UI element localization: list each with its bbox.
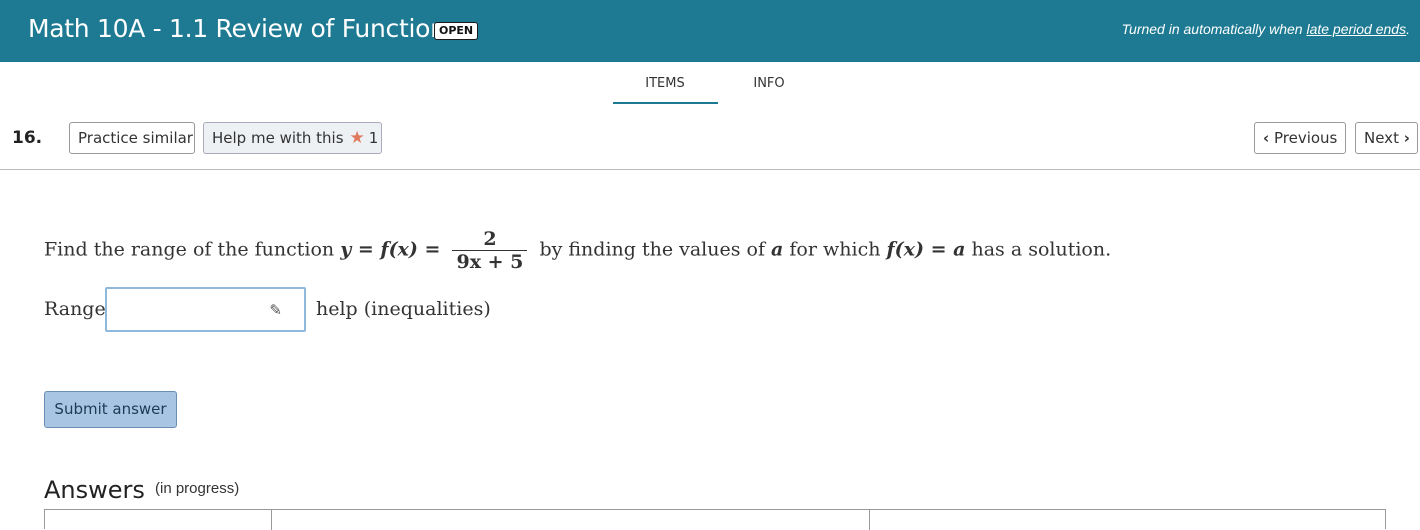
chevron-right-icon: › (1403, 129, 1410, 147)
top-bar: Math 10A - 1.1 Review of Functions OPEN … (0, 0, 1420, 62)
help-count: 1 (368, 129, 379, 147)
assignment-title: Math 10A - 1.1 Review of Functions (28, 14, 459, 43)
tab-items[interactable]: ITEMS (612, 76, 718, 91)
pencil-icon[interactable]: ✎ (269, 301, 282, 319)
tab-info[interactable]: INFO (738, 76, 800, 91)
answers-heading: Answers (44, 476, 145, 504)
next-label: Next (1364, 129, 1399, 147)
turnin-note: Turned in automatically when late period… (1122, 21, 1410, 37)
help-me-button[interactable]: Help me with this ★ 1 (203, 122, 382, 154)
question-text: Find the range of the function y = f(x) … (44, 228, 1111, 273)
math-fraction: 2 9x + 5 (452, 228, 528, 273)
chevron-left-icon: ‹ (1263, 129, 1270, 147)
turnin-suffix: . (1406, 21, 1410, 37)
fraction-denominator: 9x + 5 (456, 251, 524, 273)
range-input[interactable]: ✎ (105, 287, 306, 332)
star-icon: ★ (349, 128, 365, 148)
submit-answer-button[interactable]: Submit answer (44, 391, 177, 428)
status-badge: OPEN (434, 22, 479, 40)
practice-similar-button[interactable]: Practice similar (69, 122, 195, 154)
question-text-middle: by finding the values of (539, 238, 772, 261)
answers-status: (in progress) (155, 480, 240, 497)
math-lhs: y = f(x) = (340, 238, 441, 261)
question-number: 16. (12, 128, 43, 148)
range-label: Range: (44, 298, 113, 320)
help-inequalities-link[interactable]: help (inequalities) (316, 298, 491, 320)
turnin-prefix: Turned in automatically when (1121, 21, 1307, 37)
question-text-after: has a solution. (965, 238, 1112, 261)
previous-label: Previous (1273, 129, 1338, 147)
question-text-for-which: for which (783, 238, 887, 261)
divider (0, 169, 1420, 170)
math-a: a (771, 238, 784, 261)
late-period-link[interactable]: late period ends (1306, 21, 1406, 37)
table-column-divider (869, 510, 870, 530)
math-equation: f(x) = a (886, 238, 966, 261)
previous-button[interactable]: ‹ Previous (1254, 122, 1346, 154)
active-tab-indicator (613, 102, 718, 104)
next-button[interactable]: Next › (1355, 122, 1418, 154)
tab-bar: ITEMS INFO (0, 62, 1420, 106)
question-text-before: Find the range of the function (44, 238, 341, 261)
table-column-divider (271, 510, 272, 530)
answers-table (44, 509, 1386, 530)
fraction-numerator: 2 (452, 228, 528, 251)
help-me-label: Help me with this (212, 129, 344, 147)
